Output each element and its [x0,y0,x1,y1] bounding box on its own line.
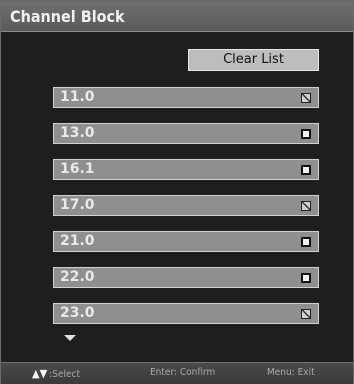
channel-row[interactable]: 11.0 [53,87,319,108]
channel-number: 23.0 [60,305,95,321]
checked-checkbox-icon[interactable] [301,93,311,103]
channel-row[interactable]: 16.1 [53,159,319,180]
channel-number: 11.0 [60,89,95,105]
clear-list-button[interactable]: Clear List [188,49,319,71]
channel-block-screen: Channel Block Clear List 11.0 13.0 16.1 17.… [0,0,354,384]
up-down-arrows-icon: ▲▼ [32,367,48,380]
footer-hint-bar: ▲▼:Select Enter: Confirm Menu: Exit [1,362,353,384]
channel-number: 13.0 [60,125,95,141]
select-hint: ▲▼:Select [32,367,80,380]
checked-checkbox-icon[interactable] [301,309,311,319]
exit-hint: Menu: Exit [267,367,315,378]
checked-checkbox-icon[interactable] [301,201,311,211]
confirm-hint: Enter: Confirm [150,367,216,378]
channel-row[interactable]: 21.0 [53,231,319,252]
select-hint-label: :Select [49,369,81,380]
channel-row[interactable]: 17.0 [53,195,319,216]
title-bar: Channel Block [1,1,353,32]
unchecked-checkbox-icon[interactable] [301,165,311,175]
scroll-down-icon[interactable] [64,335,76,341]
unchecked-checkbox-icon[interactable] [301,273,311,283]
channel-number: 22.0 [60,269,95,285]
channel-number: 17.0 [60,197,95,213]
channel-number: 21.0 [60,233,95,249]
unchecked-checkbox-icon[interactable] [301,237,311,247]
channel-row[interactable]: 22.0 [53,267,319,288]
page-title: Channel Block [10,7,125,26]
channel-row[interactable]: 13.0 [53,123,319,144]
unchecked-checkbox-icon[interactable] [301,129,311,139]
channel-number: 16.1 [60,161,95,177]
channel-row[interactable]: 23.0 [53,303,319,324]
